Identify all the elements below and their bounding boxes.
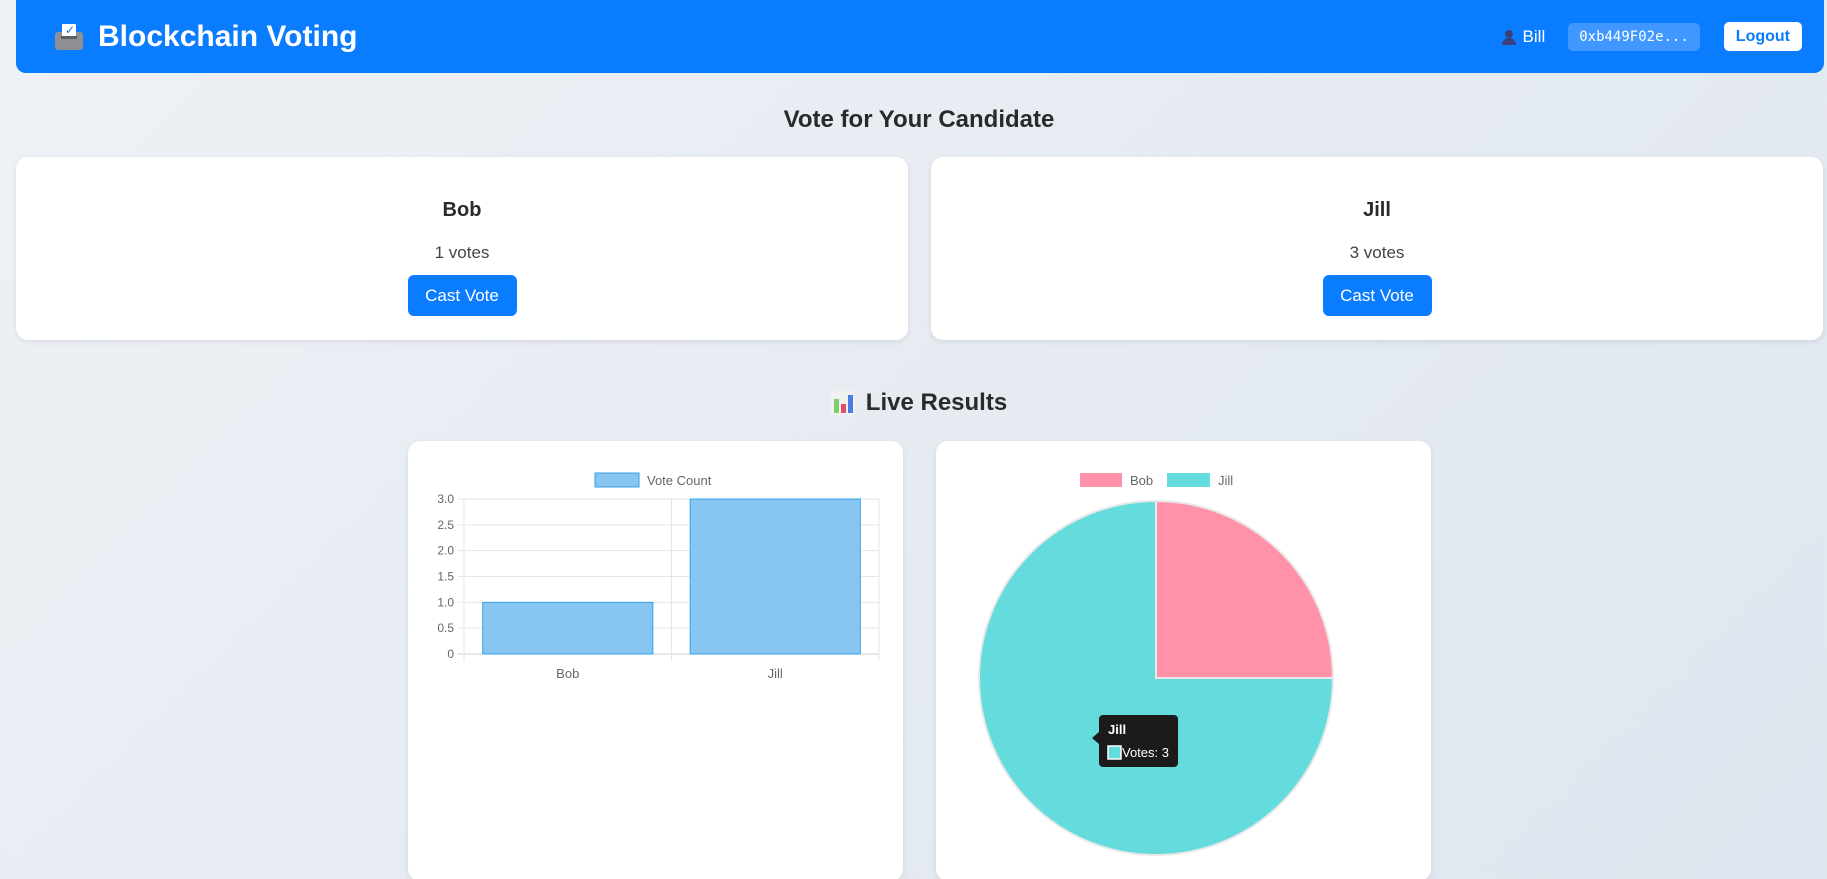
- legend-label-vote-count: Vote Count: [647, 473, 712, 488]
- pie-chart-card: Bob Jill Jill Votes: 3: [936, 441, 1431, 879]
- wallet-address: 0xb449F02e...: [1568, 22, 1700, 51]
- candidate-name: Bob: [442, 199, 482, 221]
- candidate-votes: 3 votes: [1349, 243, 1405, 262]
- y-tick-label: 3.0: [437, 492, 454, 506]
- candidate-name: Jill: [1363, 199, 1391, 221]
- user-name: Bill: [1522, 26, 1546, 46]
- user-icon: [1501, 29, 1516, 45]
- candidate-card-jill: Jill 3 votes Cast Vote: [931, 157, 1823, 340]
- cast-vote-button-bob[interactable]: Cast Vote: [407, 275, 517, 316]
- logout-button[interactable]: Logout: [1723, 22, 1802, 51]
- ballot-box-icon: ✓: [54, 22, 84, 52]
- results-title: Live Results: [865, 389, 1008, 416]
- legend-swatch-jill: [1167, 473, 1210, 487]
- legend-swatch-bob: [1080, 473, 1122, 487]
- legend-label-bob: Bob: [1130, 473, 1153, 488]
- cast-vote-button-jill[interactable]: Cast Vote: [1322, 275, 1432, 316]
- bar-bob[interactable]: [482, 601, 654, 655]
- y-tick-label: 2.0: [437, 544, 454, 558]
- y-tick-label: 1.0: [437, 595, 454, 609]
- candidate-card-bob: Bob 1 votes Cast Vote: [16, 157, 908, 340]
- navbar: ✓ Blockchain Voting Bill 0xb449F02e... L…: [16, 0, 1824, 73]
- bar-chart-icon: [830, 391, 855, 415]
- tooltip-title: Jill: [1108, 722, 1126, 737]
- chart-tooltip: Jill Votes: 3: [1092, 715, 1178, 767]
- x-tick-label: Bob: [556, 666, 579, 681]
- legend-swatch-vote-count: [594, 472, 640, 488]
- bar-chart-card: Vote Count 0 0.5 1.0 1.5 2.0 2.5 3.0 Bob Jill: [408, 441, 903, 879]
- y-tick-label: 0: [447, 647, 454, 661]
- bar-chart: Vote Count 0 0.5 1.0 1.5 2.0 2.5 3.0 Bob Jill: [437, 472, 880, 681]
- x-tick-label: Jill: [768, 666, 783, 681]
- y-tick-label: 1.5: [437, 570, 454, 584]
- bar-jill[interactable]: [689, 498, 861, 655]
- pie-slice-bob[interactable]: [1155, 499, 1335, 679]
- legend-label-jill: Jill: [1218, 473, 1233, 488]
- pie-chart: Bob Jill Jill Votes: 3: [978, 473, 1335, 856]
- voting-title: Vote for Your Candidate: [783, 106, 1055, 133]
- candidate-votes: 1 votes: [434, 243, 490, 262]
- app-title: Blockchain Voting: [98, 19, 358, 53]
- brand: ✓ Blockchain Voting: [54, 20, 357, 54]
- results-heading: Live Results: [0, 389, 1827, 417]
- y-tick-label: 0.5: [437, 621, 454, 635]
- tooltip-label: Votes: 3: [1122, 745, 1169, 760]
- y-tick-label: 2.5: [437, 518, 454, 532]
- user-info: Bill: [1501, 26, 1546, 47]
